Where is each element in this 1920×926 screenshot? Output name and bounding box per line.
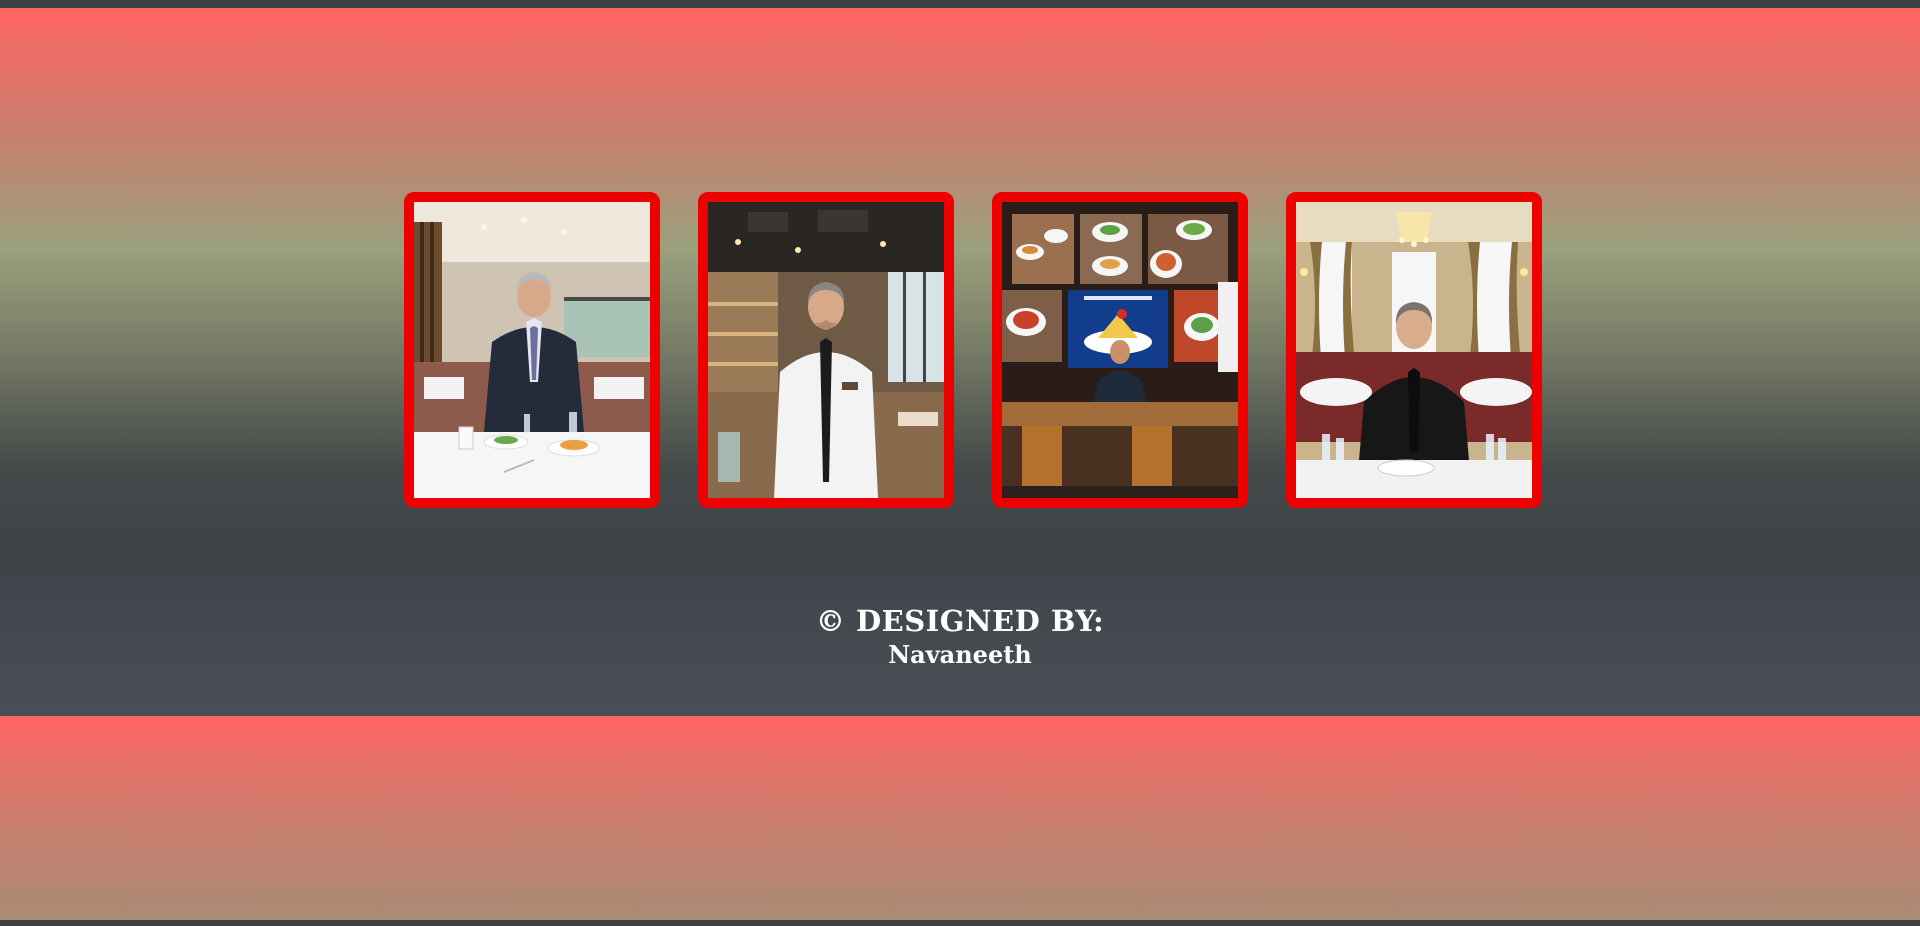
designer-credit: © DESIGNED BY: Navaneeth [0, 602, 1920, 670]
bottom-banner [0, 716, 1920, 920]
photo-restaurant-manager [708, 202, 944, 498]
photo-restaurant-host [414, 202, 650, 498]
photo-banquet-hall [1296, 202, 1532, 498]
top-strip [0, 0, 1920, 8]
gallery-card-3[interactable] [992, 192, 1248, 508]
credit-name: Navaneeth [888, 640, 1032, 669]
credit-title: © DESIGNED BY: [815, 604, 1105, 638]
gallery-card-2[interactable] [698, 192, 954, 508]
hero-section: © DESIGNED BY: Navaneeth [0, 8, 1920, 716]
gallery-card-1[interactable] [404, 192, 660, 508]
bottom-strip [0, 920, 1920, 926]
photo-food-display [1002, 202, 1238, 498]
gallery-card-4[interactable] [1286, 192, 1542, 508]
photo-gallery [404, 192, 1542, 508]
